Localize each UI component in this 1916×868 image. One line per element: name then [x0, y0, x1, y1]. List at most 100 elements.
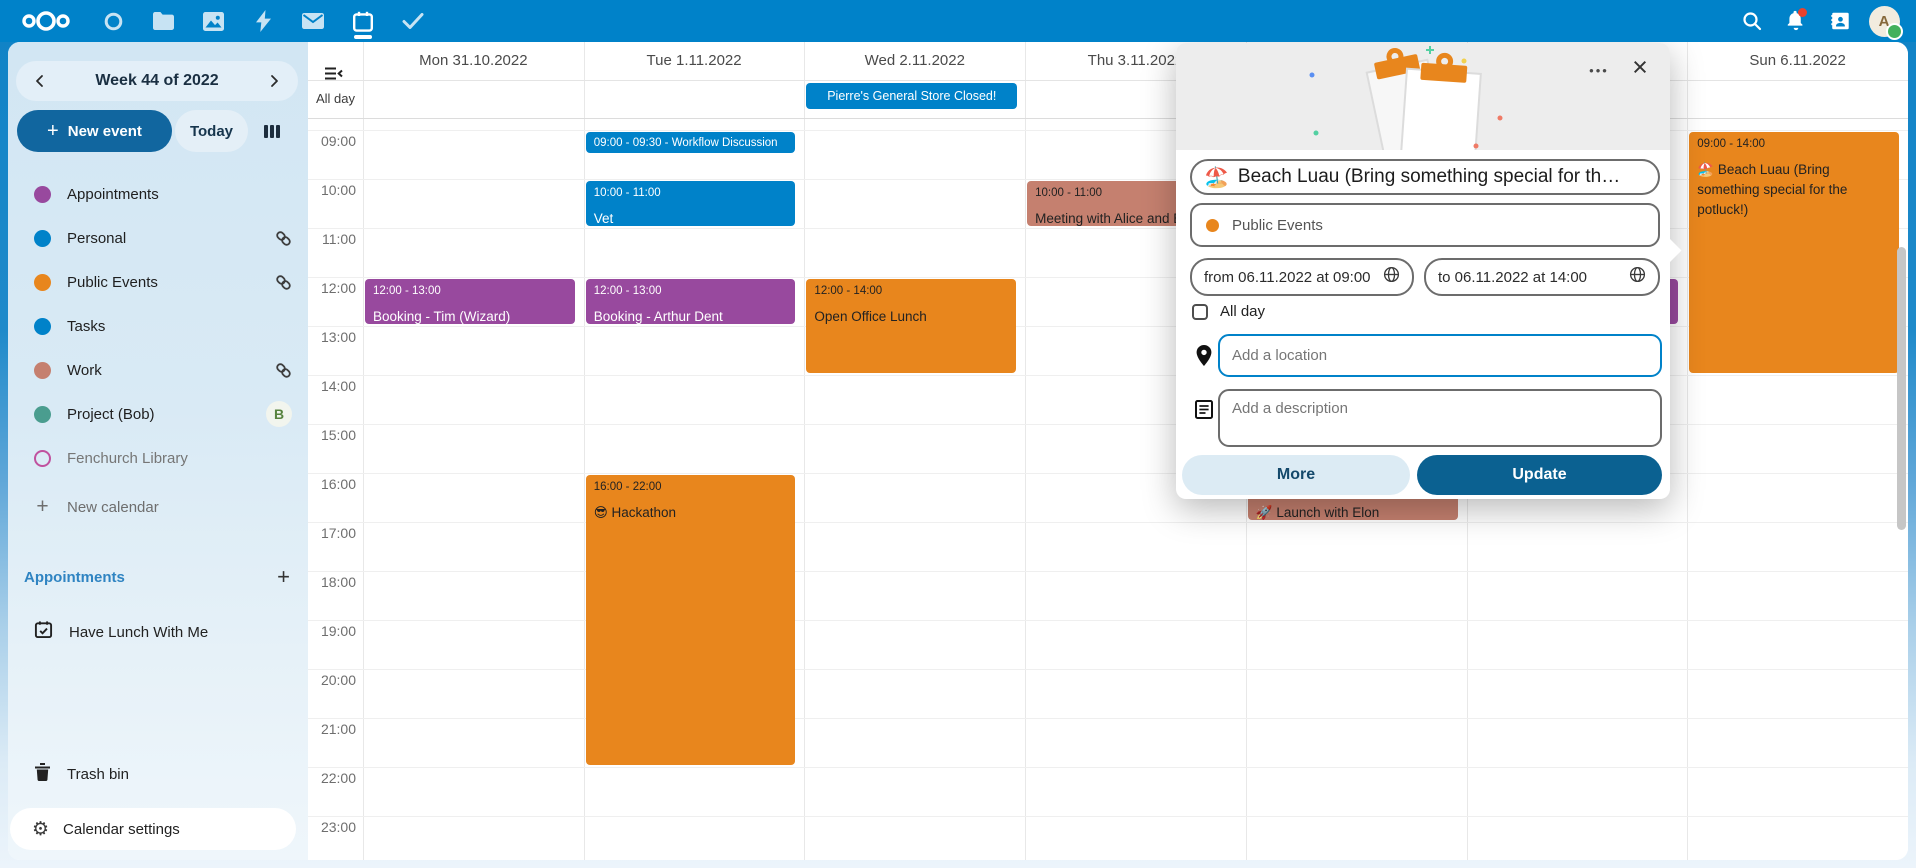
previous-week-button[interactable] — [26, 67, 54, 95]
beach-umbrella-emoji-icon: 🏖️ — [1204, 165, 1229, 190]
dashboard-icon[interactable] — [88, 0, 138, 42]
close-icon[interactable]: × — [1624, 52, 1656, 84]
allday-checkbox-label: All day — [1220, 303, 1265, 320]
calendar-list: AppointmentsPersonal Public Events TasksWo… — [8, 172, 308, 480]
day-header: Mon 31.10.2022 — [363, 42, 584, 80]
new-calendar-button[interactable]: + New calendar — [8, 485, 308, 529]
event-time: 10:00 - 11:00 — [594, 187, 788, 200]
end-datetime-field[interactable]: to 06.11.2022 at 14:00 — [1424, 258, 1660, 296]
calendar-event[interactable]: 12:00 - 14:00Open Office Lunch — [806, 279, 1016, 373]
timezone-globe-icon — [1629, 266, 1646, 288]
notifications-icon[interactable] — [1774, 0, 1818, 42]
appointment-config-item[interactable]: Have Lunch With Me — [8, 612, 308, 652]
sidebar-calendar-tasks[interactable]: Tasks — [8, 304, 308, 348]
calendar-event[interactable]: 16:00 - 22:00 😎 Hackathon — [586, 475, 796, 765]
today-label: Today — [190, 123, 233, 140]
event-time: 12:00 - 13:00 — [373, 285, 567, 298]
appointments-section: Appointments + — [8, 557, 308, 597]
photos-icon[interactable] — [188, 0, 238, 42]
calendar-name: Public Events — [67, 274, 275, 291]
calendar-settings-label: Calendar settings — [63, 821, 180, 838]
event-title: Booking - Tim (Wizard) — [373, 307, 567, 324]
location-pin-icon — [1193, 345, 1215, 371]
event-title: 😎 Hackathon — [594, 503, 788, 523]
hour-label: 17:00 — [308, 525, 356, 541]
calendar-color-dot — [34, 230, 51, 247]
view-mode-icon[interactable] — [258, 118, 286, 144]
next-week-button[interactable] — [260, 67, 288, 95]
sidebar-calendar-fenchurch-library[interactable]: Fenchurch Library — [8, 436, 308, 480]
calendar-color-dot — [34, 362, 51, 379]
hour-label: 22:00 — [308, 770, 356, 786]
event-time: 16:00 - 22:00 — [594, 481, 788, 494]
event-time-title: 09:00 - 09:30 - Workflow Discussion — [594, 136, 788, 151]
sidebar-calendar-project-bob-[interactable]: Project (Bob)B — [8, 392, 308, 436]
add-appointment-config-button[interactable]: + — [277, 566, 290, 588]
topbar-right: A — [1730, 0, 1906, 42]
sidebar-calendar-personal[interactable]: Personal — [8, 216, 308, 260]
plus-icon: + — [34, 495, 51, 519]
status-online-icon — [1886, 23, 1903, 40]
calendar-event[interactable]: 12:00 - 13:00Booking - Arthur Dent — [586, 279, 796, 324]
contacts-icon[interactable] — [1818, 0, 1862, 42]
allday-event[interactable]: Pierre's General Store Closed! — [806, 83, 1017, 109]
calendar-select-value: Public Events — [1232, 217, 1323, 234]
calendar-event[interactable]: 10:00 - 11:00Vet — [586, 181, 796, 226]
description-input[interactable] — [1218, 389, 1662, 447]
more-options-icon[interactable]: ••• — [1584, 59, 1614, 83]
gear-icon: ⚙ — [32, 820, 49, 839]
event-title-input[interactable]: 🏖️ Beach Luau (Bring something special f… — [1190, 159, 1660, 195]
calendar-event[interactable]: 12:00 - 13:00 Booking - Tim (Wizard) — [365, 279, 575, 324]
tasks-icon[interactable] — [388, 0, 438, 42]
event-title: Open Office Lunch — [814, 307, 1008, 327]
hour-label: 21:00 — [308, 721, 356, 737]
sidebar-calendar-work[interactable]: Work — [8, 348, 308, 392]
calendar-color-dot — [1206, 219, 1219, 232]
files-icon[interactable] — [138, 0, 188, 42]
appointments-heading: Appointments — [24, 569, 277, 586]
activity-icon[interactable] — [238, 0, 288, 42]
vertical-scrollbar[interactable] — [1897, 247, 1906, 530]
search-icon[interactable] — [1730, 0, 1774, 42]
new-event-button[interactable]: + New event — [17, 110, 172, 152]
new-event-label: New event — [68, 123, 142, 140]
calendar-select[interactable]: Public Events — [1190, 203, 1660, 247]
allday-checkbox[interactable]: All day — [1192, 303, 1265, 320]
start-datetime-field[interactable]: from 06.11.2022 at 09:00 — [1190, 258, 1414, 296]
shared-link-icon[interactable] — [275, 230, 292, 247]
update-button-label: Update — [1512, 466, 1566, 484]
calendar-color-dot — [34, 274, 51, 291]
update-button[interactable]: Update — [1417, 455, 1662, 495]
allday-label: All day — [316, 80, 355, 118]
trash-bin-button[interactable]: Trash bin — [8, 754, 308, 794]
mail-icon[interactable] — [288, 0, 338, 42]
checkbox-unchecked-icon — [1192, 304, 1208, 320]
today-button[interactable]: Today — [175, 110, 248, 152]
calendar-sidebar: Week 44 of 2022 + New event Today Appoin… — [8, 42, 308, 860]
hour-label: 14:00 — [308, 378, 356, 394]
shared-link-icon[interactable] — [275, 362, 292, 379]
sidebar-calendar-appointments[interactable]: Appointments — [8, 172, 308, 216]
hour-line — [308, 571, 1908, 572]
calendar-icon[interactable] — [338, 0, 388, 42]
notification-badge — [1798, 8, 1807, 17]
sidebar-calendar-public-events[interactable]: Public Events — [8, 260, 308, 304]
event-title: Booking - Arthur Dent — [594, 307, 788, 324]
calendar-event[interactable]: 09:00 - 09:30 - Workflow Discussion — [586, 132, 796, 153]
more-button-label: More — [1277, 466, 1315, 484]
calendar-check-icon — [34, 620, 53, 644]
location-input[interactable] — [1218, 334, 1662, 377]
trash-bin-label: Trash bin — [67, 766, 129, 783]
nextcloud-logo-icon[interactable] — [18, 8, 74, 34]
event-title-value: Beach Luau (Bring something special for … — [1238, 166, 1620, 188]
user-avatar[interactable]: A — [1862, 0, 1906, 42]
more-button[interactable]: More — [1182, 455, 1410, 495]
hour-line — [308, 767, 1908, 768]
hour-label: 12:00 — [308, 280, 356, 296]
hour-label: 15:00 — [308, 427, 356, 443]
calendar-settings-button[interactable]: ⚙ Calendar settings — [10, 808, 296, 850]
shared-link-icon[interactable] — [275, 274, 292, 291]
calendar-event[interactable]: 09:00 - 14:00🏖️ Beach Luau (Bring someth… — [1689, 132, 1899, 373]
hour-label: 20:00 — [308, 672, 356, 688]
week-navigation: Week 44 of 2022 — [16, 61, 298, 101]
